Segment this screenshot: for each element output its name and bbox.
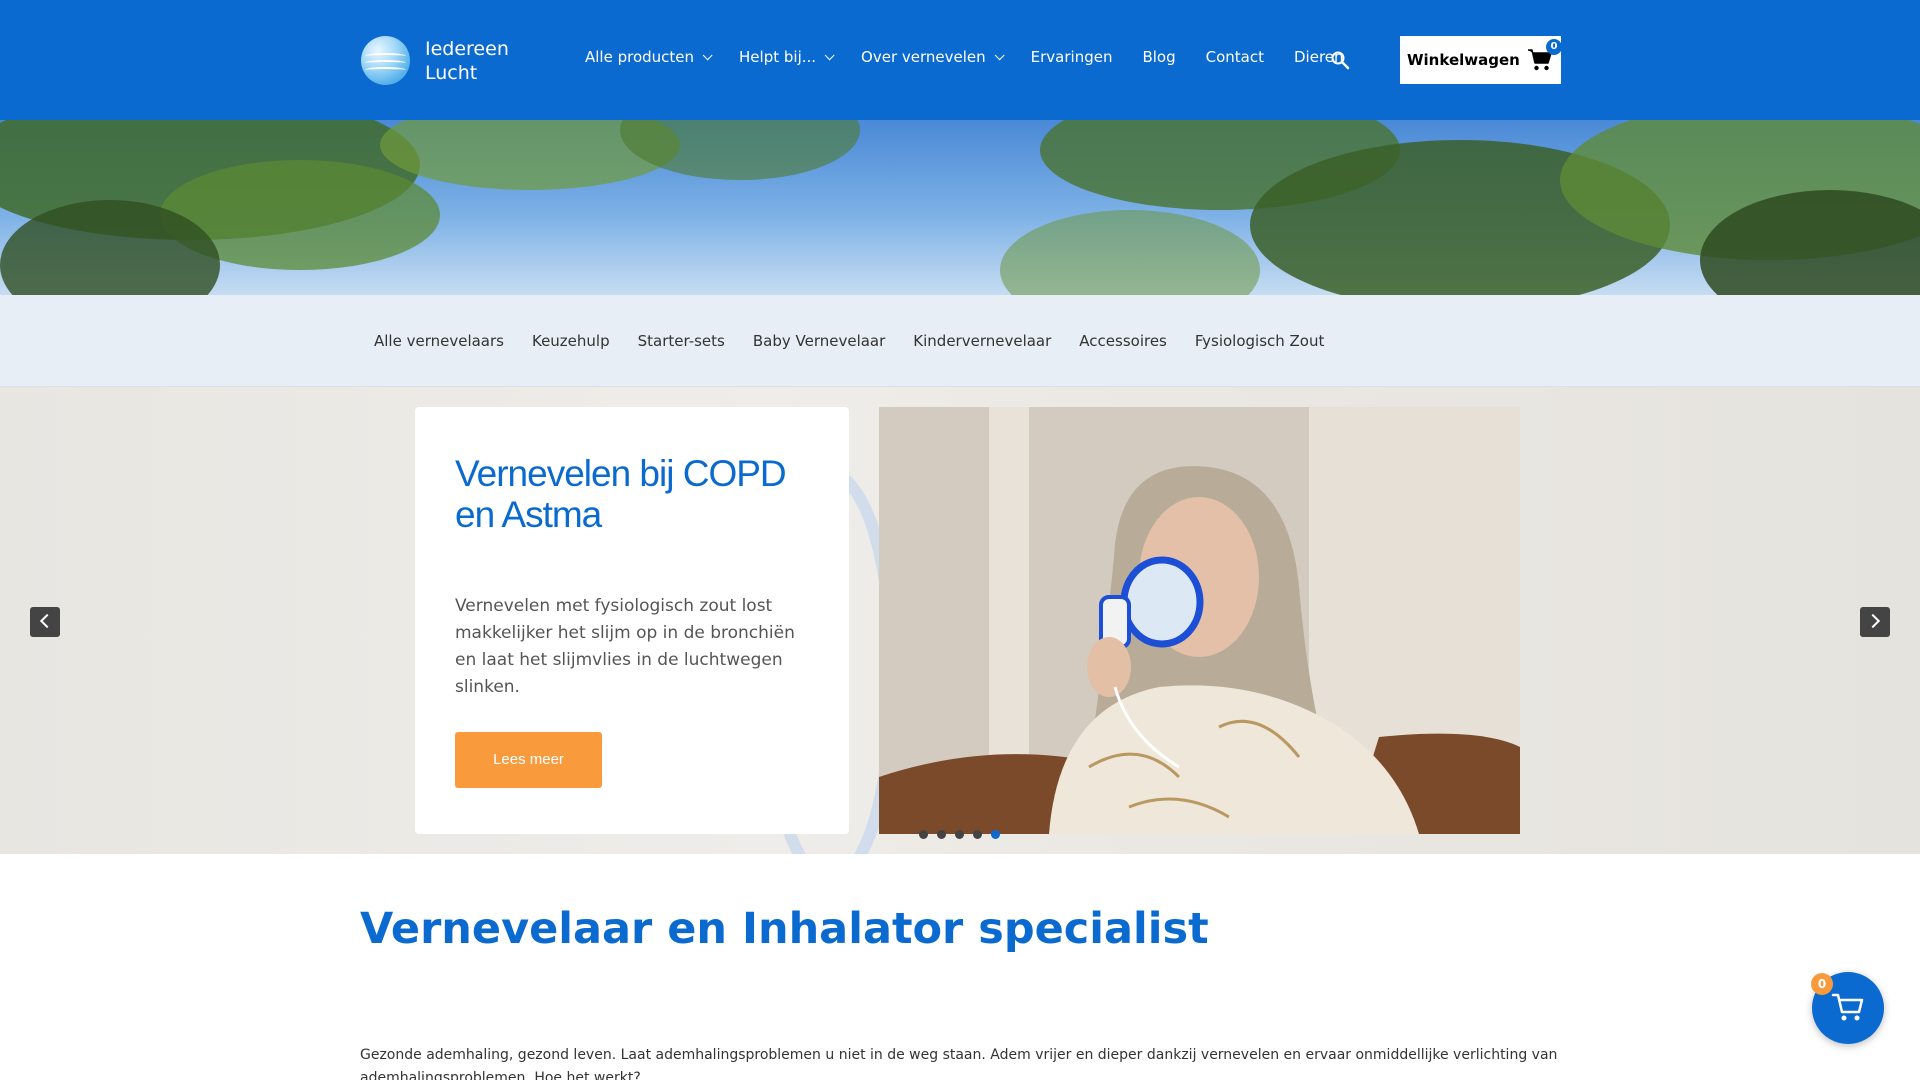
- intro-text: Gezonde ademhaling, gezond leven. Laat a…: [360, 1047, 1558, 1080]
- cart-label: Winkelwagen: [1407, 51, 1520, 69]
- nav-label: Ervaringen: [1030, 48, 1113, 66]
- category-link[interactable]: Alle vernevelaars: [374, 332, 504, 350]
- chevron-left-icon: [39, 613, 55, 629]
- category-bar: Alle vernevelaars Keuzehulp Starter-sets…: [0, 295, 1920, 387]
- slider-dots: [919, 830, 1009, 839]
- main-nav: Alle producten Helpt bij... Over verneve…: [585, 48, 1374, 66]
- brand-name[interactable]: Iedereen Lucht: [425, 37, 509, 85]
- hero-banner-image: [0, 120, 1920, 295]
- slide-card: Vernevelen bij COPD en Astma Vernevelen …: [415, 407, 849, 834]
- woman-nebulizer-image: [879, 407, 1520, 834]
- category-link[interactable]: Keuzehulp: [532, 332, 610, 350]
- category-link[interactable]: Starter-sets: [638, 332, 725, 350]
- cart-icon: [1831, 993, 1864, 1021]
- slider-dot[interactable]: [937, 830, 946, 839]
- logo-icon[interactable]: [361, 36, 410, 85]
- slider-dot-active[interactable]: [991, 830, 1000, 839]
- nav-label: Over vernevelen: [861, 48, 986, 66]
- search-icon[interactable]: [1330, 50, 1350, 70]
- nav-label: Alle producten: [585, 48, 695, 66]
- category-link[interactable]: Accessoires: [1079, 332, 1167, 350]
- slider-dot[interactable]: [919, 830, 928, 839]
- nav-ervaringen[interactable]: Ervaringen: [1031, 48, 1113, 66]
- slider-dot[interactable]: [973, 830, 982, 839]
- brand-line-2: Lucht: [425, 62, 478, 84]
- read-more-button[interactable]: Lees meer: [455, 732, 602, 788]
- slider-dot[interactable]: [955, 830, 964, 839]
- nav-contact[interactable]: Contact: [1206, 48, 1264, 66]
- site-header: Iedereen Lucht Alle producten Helpt bij.…: [0, 0, 1920, 120]
- brand-line-1: Iedereen: [425, 38, 509, 60]
- slider-prev-button[interactable]: [30, 607, 60, 637]
- hero-slider: Vernevelen bij COPD en Astma Vernevelen …: [0, 387, 1920, 854]
- slide-text: Vernevelen met fysiologisch zout lost ma…: [455, 596, 795, 697]
- chevron-right-icon: [1865, 613, 1881, 629]
- slider-next-button[interactable]: [1860, 607, 1890, 637]
- cart-count-badge: 0: [1546, 39, 1562, 55]
- page-heading: Vernevelaar en Inhalator specialist: [360, 904, 1209, 954]
- category-link[interactable]: Kindervernevelaar: [913, 332, 1051, 350]
- category-link[interactable]: Baby Vernevelaar: [753, 332, 885, 350]
- nav-alle-producten[interactable]: Alle producten: [585, 48, 713, 66]
- nav-over-vernevelen[interactable]: Over vernevelen: [861, 48, 1005, 66]
- floating-cart-count: 0: [1811, 973, 1833, 995]
- slide-photo: [879, 407, 1520, 834]
- chevron-down-icon: [702, 49, 713, 60]
- chevron-down-icon: [994, 49, 1005, 60]
- cart-button[interactable]: Winkelwagen 0: [1400, 36, 1562, 84]
- category-link[interactable]: Fysiologisch Zout: [1195, 332, 1325, 350]
- chevron-down-icon: [824, 49, 835, 60]
- slide-title: Vernevelen bij COPD en Astma: [455, 453, 787, 535]
- nav-label: Blog: [1142, 48, 1176, 66]
- nav-label: Helpt bij...: [739, 48, 817, 66]
- nav-helpt-bij[interactable]: Helpt bij...: [739, 48, 835, 66]
- nav-label: Contact: [1205, 48, 1264, 66]
- nav-blog[interactable]: Blog: [1142, 48, 1175, 66]
